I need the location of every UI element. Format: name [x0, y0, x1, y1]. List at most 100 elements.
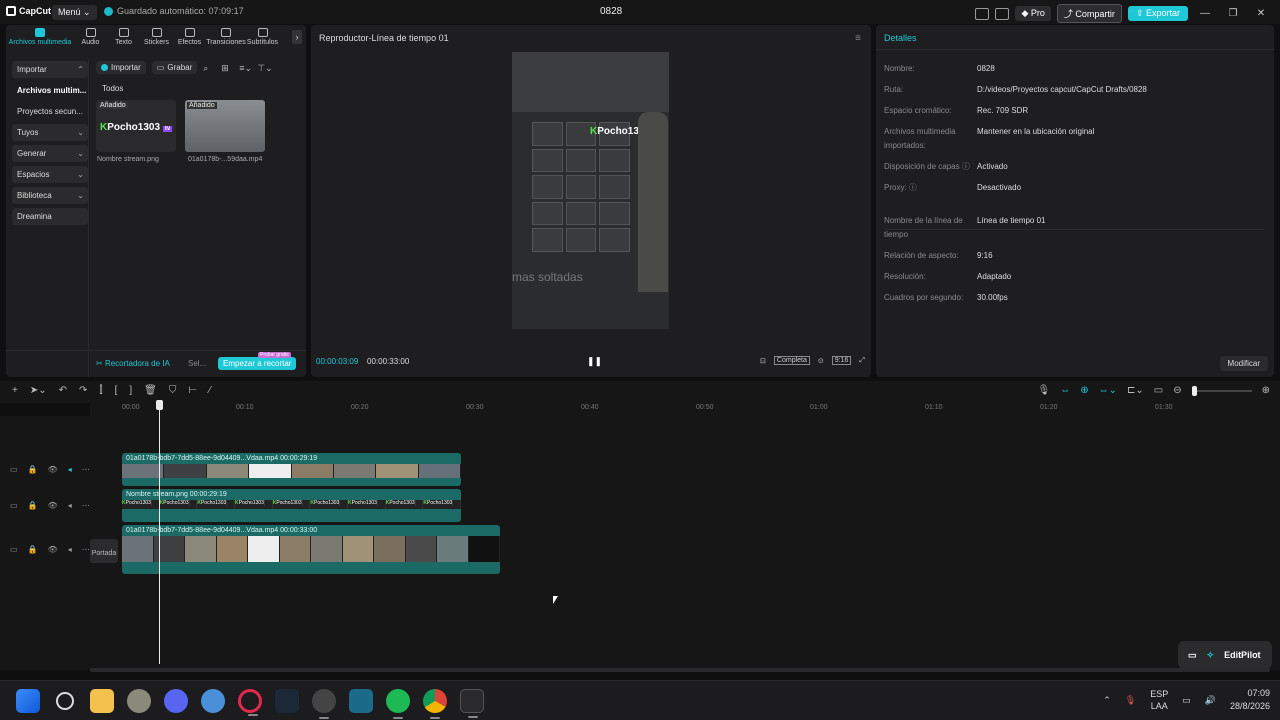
- add-track-icon[interactable]: +: [12, 385, 18, 396]
- chevron-up-icon[interactable]: ⌃: [1103, 695, 1111, 706]
- image-clip-stream[interactable]: Nombre stream.png 00:00:29:19 KPocho1303…: [122, 489, 461, 522]
- eye-icon[interactable]: 👁: [48, 501, 58, 510]
- layout-icon[interactable]: [975, 7, 990, 20]
- volume-icon[interactable]: 🔊: [1205, 695, 1216, 706]
- quality-selector[interactable]: Completa: [773, 356, 810, 365]
- record-button[interactable]: ▭ Grabar: [151, 61, 198, 74]
- obs-icon[interactable]: [312, 689, 336, 719]
- maximize-button[interactable]: ❐: [1222, 8, 1244, 19]
- pro-button[interactable]: ◆ Pro: [1015, 6, 1051, 21]
- steam-alt-icon[interactable]: [349, 689, 373, 713]
- split-left-icon[interactable]: [: [115, 385, 118, 396]
- link-icon[interactable]: ⇔⌄: [1099, 385, 1117, 396]
- redo-icon[interactable]: ↷: [79, 385, 87, 396]
- tab-audio[interactable]: Audio: [74, 25, 107, 51]
- sidebar-item-secondary-projects[interactable]: Proyectos secun...: [12, 103, 88, 120]
- chrome-icon[interactable]: [423, 689, 447, 719]
- microphone-icon[interactable]: 🎙: [1125, 695, 1136, 706]
- search-icon[interactable]: ⌕: [203, 63, 215, 73]
- browser-icon[interactable]: [201, 689, 225, 713]
- discord-icon[interactable]: [164, 689, 188, 713]
- opera-gx-icon[interactable]: [238, 689, 262, 716]
- media-thumb-video[interactable]: Añadido: [185, 100, 265, 152]
- shield-icon[interactable]: ⛉: [169, 385, 177, 396]
- menu-icon[interactable]: ≡: [855, 33, 861, 44]
- pause-button[interactable]: ❚❚: [587, 356, 602, 367]
- menu-button[interactable]: Menú ⌄: [52, 5, 97, 20]
- magnet-icon[interactable]: ⊕: [1080, 385, 1088, 396]
- language-indicator[interactable]: ESP LAA: [1150, 688, 1168, 712]
- clock[interactable]: 07:09 28/8/2026: [1230, 687, 1270, 713]
- playhead[interactable]: [159, 400, 160, 664]
- keyboard-icon[interactable]: [995, 7, 1010, 20]
- steam-icon[interactable]: [275, 689, 299, 713]
- minimize-button[interactable]: —: [1194, 8, 1216, 19]
- freeze-icon[interactable]: ⊢: [188, 385, 197, 396]
- lock-icon[interactable]: 🔒: [28, 501, 38, 510]
- zoom-out-icon[interactable]: ⊖: [1173, 385, 1181, 396]
- close-button[interactable]: ✕: [1250, 8, 1272, 19]
- eye-icon[interactable]: 👁: [48, 465, 58, 474]
- select-tool-icon[interactable]: ➤⌄: [30, 385, 47, 396]
- zoom-slider-knob[interactable]: [1191, 385, 1197, 396]
- timeline-scrollbar[interactable]: [90, 668, 1270, 672]
- fullscreen-icon[interactable]: ⤢: [859, 357, 865, 365]
- fit-icon[interactable]: ⊙: [818, 357, 824, 365]
- spotify-icon[interactable]: [386, 689, 410, 719]
- undo-icon[interactable]: ↶: [59, 385, 67, 396]
- audio-icon[interactable]: ◂: [68, 545, 72, 554]
- video-clip-overlay[interactable]: 01a0178b-bdb7-7dd5-88ee-9d04409...Vdaa.m…: [122, 453, 461, 486]
- tab-text[interactable]: Texto: [107, 25, 140, 51]
- sidebar-item-media-files[interactable]: Archivos multim...: [12, 82, 88, 99]
- preview-axis-icon[interactable]: ⊏⌄: [1127, 385, 1144, 396]
- tab-effects[interactable]: Efectos: [173, 25, 206, 51]
- more-icon[interactable]: ⋯: [82, 545, 90, 554]
- tabs-more-button[interactable]: ›: [292, 30, 302, 44]
- tab-stickers[interactable]: Stickers: [140, 25, 173, 51]
- timeline-ruler[interactable]: 00:00 00:10 00:20 00:30 00:40 00:50 01:0…: [90, 402, 1280, 416]
- file-explorer-icon[interactable]: [90, 689, 114, 713]
- eye-icon[interactable]: 👁: [48, 545, 58, 554]
- playhead-handle[interactable]: [156, 400, 163, 410]
- captions-icon[interactable]: ▭: [1154, 385, 1163, 396]
- split-icon[interactable]: ⫿: [99, 385, 102, 396]
- zoom-in-icon[interactable]: ⊕: [1262, 385, 1270, 396]
- export-button[interactable]: ⇪ Exportar: [1127, 6, 1188, 21]
- more-icon[interactable]: ⋯: [82, 501, 90, 510]
- video-preview[interactable]: KPocho1303 mas soltadas: [512, 52, 669, 329]
- cover-button[interactable]: Portada: [90, 539, 118, 563]
- crop-icon[interactable]: ⊡: [760, 357, 766, 365]
- search-icon[interactable]: [56, 692, 74, 710]
- sidebar-item-dreamina[interactable]: Dreamina: [12, 208, 88, 225]
- media-thumb-png[interactable]: Añadido KPocho1303 tv: [96, 100, 176, 152]
- share-button[interactable]: ⤴ Compartir: [1056, 4, 1122, 23]
- note-icon[interactable]: ▭: [1188, 650, 1197, 661]
- video-clip-main[interactable]: 01a0178b-bdb7-7dd5-88ee-9d04409...Vdaa.m…: [122, 525, 500, 574]
- start-trim-button[interactable]: Empezar a recortar: [218, 357, 297, 370]
- capcut-taskbar-icon[interactable]: [460, 689, 484, 718]
- sidebar-item-import[interactable]: Importar ⌃: [12, 61, 88, 78]
- modify-button[interactable]: Modificar: [1219, 356, 1268, 371]
- audio-icon[interactable]: ◂: [68, 501, 72, 510]
- magic-wand-icon[interactable]: ⁄: [209, 385, 211, 396]
- more-icon[interactable]: ⋯: [82, 465, 90, 474]
- track-cover-icon[interactable]: ▭: [10, 465, 18, 474]
- grid-view-icon[interactable]: ⊞: [221, 63, 233, 73]
- ai-select[interactable]: Sel...: [188, 359, 206, 368]
- zoom-slider[interactable]: [1191, 385, 1252, 396]
- import-button[interactable]: Importar: [96, 61, 146, 74]
- lock-icon[interactable]: 🔒: [28, 465, 38, 474]
- sidebar-item-library[interactable]: Biblioteca ⌄: [12, 187, 88, 204]
- sort-icon[interactable]: ≡⌄: [239, 63, 252, 73]
- aspect-ratio-selector[interactable]: 9:16: [831, 356, 852, 365]
- delete-icon[interactable]: 🗑: [144, 385, 157, 396]
- editpilot-widget[interactable]: ▭ ✧ EditPilot: [1178, 641, 1272, 669]
- tab-subtitles[interactable]: Subtítulos: [246, 25, 279, 51]
- filter-icon[interactable]: ⊤⌄: [257, 63, 272, 73]
- split-right-icon[interactable]: ]: [129, 385, 132, 396]
- network-icon[interactable]: ▭: [1182, 695, 1191, 706]
- sidebar-item-generate[interactable]: Generar ⌄: [12, 145, 88, 162]
- lock-icon[interactable]: 🔒: [28, 545, 38, 554]
- sidebar-item-spaces[interactable]: Espacios ⌄: [12, 166, 88, 183]
- sidebar-item-yours[interactable]: Tuyos ⌄: [12, 124, 88, 141]
